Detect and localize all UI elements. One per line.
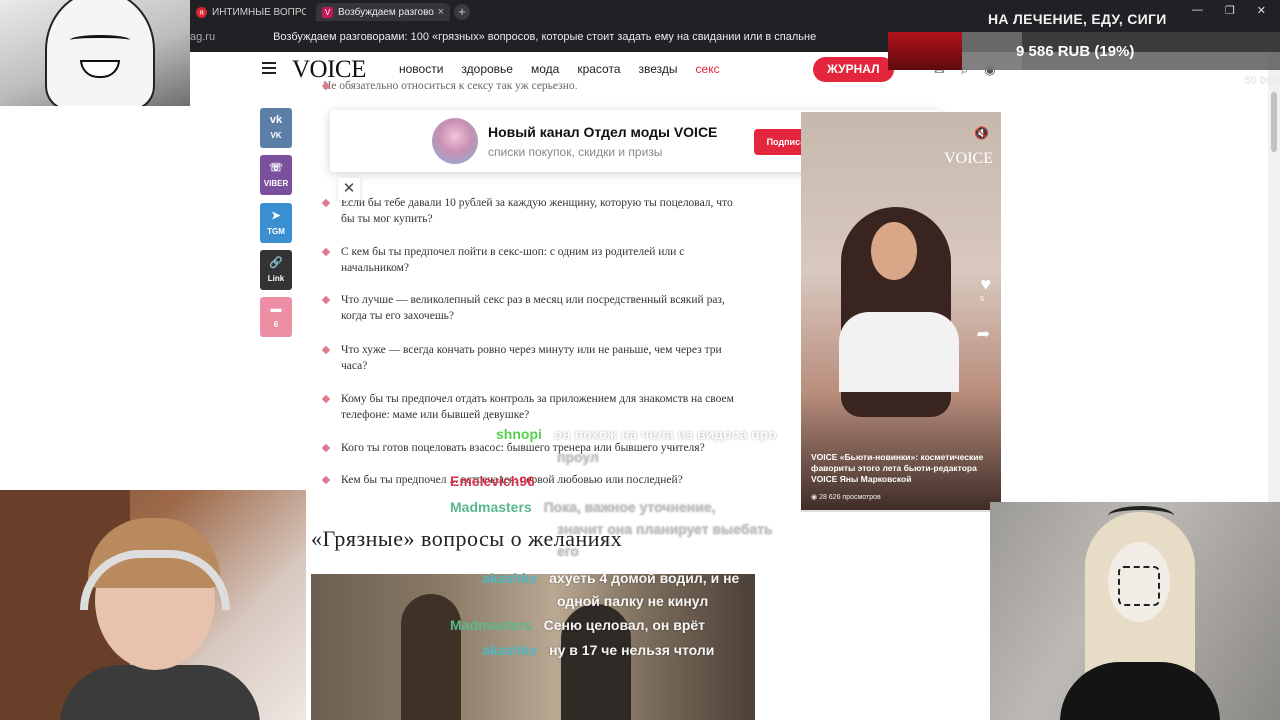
share-link-button[interactable]: 🔗 Link <box>260 250 292 290</box>
popup-subtitle: списки покупок, скидки и призы <box>488 145 663 159</box>
yandex-icon: я <box>196 6 207 18</box>
video-progress[interactable] <box>801 510 1001 512</box>
page-title: Возбуждаем разговорами: 100 «грязных» во… <box>273 31 817 43</box>
video-player[interactable]: 🔇 VOICE ♥ 5 ➦ VOICE «Бьюти-новинки»: кос… <box>801 112 1001 512</box>
photo-person <box>561 604 631 720</box>
nav-item-health[interactable]: здоровье <box>461 62 513 76</box>
video-person-face <box>871 222 917 280</box>
share-telegram-button[interactable]: ➤ TGM <box>260 203 292 243</box>
address-host: ag.ru <box>190 31 216 43</box>
video-person-shirt <box>839 312 959 392</box>
scrollbar-thumb[interactable] <box>1271 92 1277 152</box>
share-label: Link <box>267 274 285 283</box>
donation-goal-widget: НА ЛЕЧЕНИЕ, ЕДУ, СИГИ 9 586 RUB (19%) 50… <box>888 0 1280 87</box>
comment-icon: ▬ <box>270 303 282 315</box>
skull-makeup <box>1118 566 1160 606</box>
anime-eyes <box>70 35 130 45</box>
share-label: VK <box>270 131 282 140</box>
photo-person <box>401 594 461 720</box>
question-item: Если бы тебе давали 10 рублей за каждую … <box>323 195 743 227</box>
nav-item-sex[interactable]: секс <box>696 62 720 76</box>
telegram-icon: ➤ <box>271 210 281 222</box>
anime-overlay-image <box>0 0 190 106</box>
tab-label: ИНТИМНЫЕ ВОПРОСЫ / <box>212 6 306 18</box>
video-logo: VOICE <box>944 150 993 167</box>
section-title: «Грязные» вопросы о желаниях <box>311 526 623 551</box>
share-arrow-icon[interactable]: ➦ <box>977 324 990 344</box>
menu-icon[interactable] <box>262 62 276 74</box>
comments-button[interactable]: ▬ 6 <box>260 297 292 337</box>
view-count: 28 626 просмотров <box>819 494 881 501</box>
link-icon: 🔗 <box>269 257 283 269</box>
new-tab-button[interactable]: + <box>454 4 470 20</box>
guest-webcam <box>990 502 1280 720</box>
donation-image <box>888 32 962 70</box>
comment-count: 6 <box>273 320 279 329</box>
vk-icon: vk <box>269 114 283 126</box>
nav-item-stars[interactable]: звезды <box>639 62 678 76</box>
cat-ears-headband <box>1108 506 1174 526</box>
question-item: Что хуже — всегда кончать ровно через ми… <box>323 342 743 374</box>
donation-progress-fill <box>962 32 1022 70</box>
like-icon[interactable]: ♥ <box>980 274 991 295</box>
donation-goal-title: НА ЛЕЧЕНИЕ, ЕДУ, СИГИ <box>988 11 1167 27</box>
journal-button[interactable]: ЖУРНАЛ <box>813 57 894 82</box>
viber-icon: ☏ <box>269 162 283 174</box>
donation-amount: 9 586 RUB (19%) <box>1016 43 1135 60</box>
tab-close-icon[interactable]: × <box>438 6 444 18</box>
nav-item-news[interactable]: новости <box>399 62 443 76</box>
video-views: ◉ 28 626 просмотров <box>811 494 881 501</box>
like-count: 5 <box>980 296 984 303</box>
mute-icon[interactable]: 🔇 <box>974 126 989 140</box>
address-bar[interactable]: ag.ru Возбуждаем разговорами: 100 «грязн… <box>190 25 890 49</box>
share-label: VIBER <box>263 179 289 188</box>
tab-label: Возбуждаем разговор <box>338 6 434 18</box>
tab-voice-article[interactable]: V Возбуждаем разговор × <box>316 3 450 21</box>
question-item: С кем бы ты предпочел пойти в секс-шоп: … <box>323 244 743 276</box>
popup-close-icon[interactable]: ✕ <box>338 178 360 200</box>
question-item: Кого ты готов поцеловать взасос: бывшего… <box>323 440 743 456</box>
donation-target: 50 000 <box>1244 75 1278 87</box>
nav-item-beauty[interactable]: красота <box>577 62 620 76</box>
question-item: Кем бы ты предпочел ... встречался: перв… <box>323 472 743 488</box>
question-item: Кому бы ты предпочел отдать контроль за … <box>323 391 743 423</box>
share-label: TGM <box>267 227 285 236</box>
share-viber-button[interactable]: ☏ VIBER <box>260 155 292 195</box>
tab-intimate-questions[interactable]: я ИНТИМНЫЕ ВОПРОСЫ / <box>190 3 312 21</box>
share-vk-button[interactable]: vk VK <box>260 108 292 148</box>
article-photo <box>311 574 755 720</box>
streamer-body <box>60 665 260 720</box>
popup-title: Новый канал Отдел моды VOICE <box>488 124 718 140</box>
question-item: Что лучше — великолепный секс раз в меся… <box>323 292 743 324</box>
video-caption[interactable]: VOICE «Бьюти-новинки»: косметические фав… <box>811 452 993 485</box>
main-nav: новости здоровье мода красота звезды сек… <box>399 62 720 76</box>
article-partial-line: Не обязательно относиться к сексу так уж… <box>323 78 743 94</box>
voice-favicon-icon: V <box>322 6 333 18</box>
anime-hair <box>45 0 155 106</box>
streamer-webcam <box>0 490 306 720</box>
guest-body <box>1060 662 1220 720</box>
nav-item-fashion[interactable]: мода <box>531 62 559 76</box>
channel-avatar <box>432 118 478 164</box>
